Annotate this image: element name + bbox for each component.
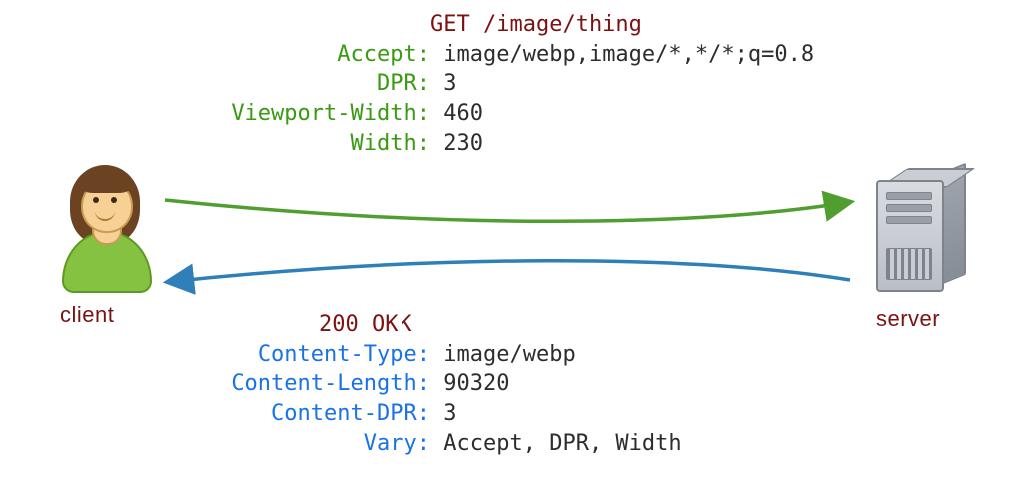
response-header-content-type: Content-Type: image/webp (230, 340, 870, 370)
request-header-width: Width: 230 (230, 129, 870, 159)
client-icon (50, 165, 160, 315)
status-line-overlay: 200 OK (315, 310, 402, 340)
http-request-block: GET /image/thing Accept: image/webp,imag… (230, 10, 870, 158)
request-header-viewport-width: Viewport-Width: 460 (230, 99, 870, 129)
client-label: client (60, 300, 114, 330)
response-header-content-dpr: Content-DPR: 3 (230, 399, 870, 429)
request-header-accept: Accept: image/webp,image/*,*/*;q=0.8 (230, 40, 870, 70)
response-arrow (168, 261, 850, 282)
server-label: server (876, 304, 940, 334)
server-icon (856, 170, 976, 300)
response-header-content-length: Content-Length: 90320 (230, 369, 870, 399)
request-header-dpr: DPR: 3 (230, 69, 870, 99)
request-line: GET /image/thing (230, 10, 870, 40)
request-arrow (165, 200, 850, 221)
response-header-vary: Vary: Accept, DPR, Width (230, 429, 870, 459)
